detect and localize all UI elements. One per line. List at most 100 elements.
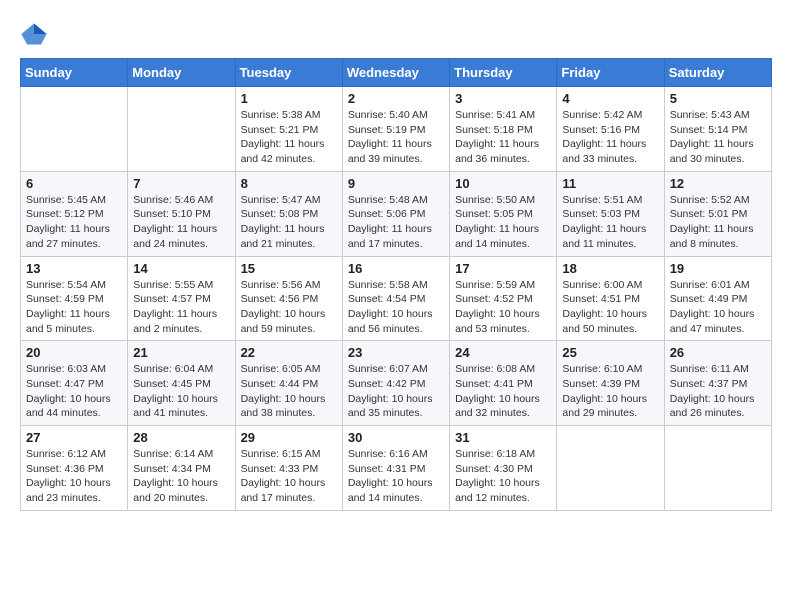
day-info: Sunrise: 5:52 AM Sunset: 5:01 PM Dayligh… <box>670 193 766 252</box>
weekday-header-friday: Friday <box>557 59 664 87</box>
day-info: Sunrise: 5:42 AM Sunset: 5:16 PM Dayligh… <box>562 108 658 167</box>
day-info: Sunrise: 6:08 AM Sunset: 4:41 PM Dayligh… <box>455 362 551 421</box>
calendar-cell <box>664 426 771 511</box>
calendar-cell: 31 Sunrise: 6:18 AM Sunset: 4:30 PM Dayli… <box>450 426 557 511</box>
day-info: Sunrise: 6:15 AM Sunset: 4:33 PM Dayligh… <box>241 447 337 506</box>
weekday-header-monday: Monday <box>128 59 235 87</box>
day-info: Sunrise: 5:40 AM Sunset: 5:19 PM Dayligh… <box>348 108 444 167</box>
logo-icon <box>20 20 48 48</box>
day-info: Sunrise: 5:46 AM Sunset: 5:10 PM Dayligh… <box>133 193 229 252</box>
day-info: Sunrise: 5:59 AM Sunset: 4:52 PM Dayligh… <box>455 278 551 337</box>
day-info: Sunrise: 6:01 AM Sunset: 4:49 PM Dayligh… <box>670 278 766 337</box>
calendar-header: SundayMondayTuesdayWednesdayThursdayFrid… <box>21 59 772 87</box>
day-number: 8 <box>241 176 337 191</box>
day-number: 17 <box>455 261 551 276</box>
calendar-cell: 4Sunrise: 5:42 AM Sunset: 5:16 PM Daylig… <box>557 87 664 172</box>
calendar-cell: 30 Sunrise: 6:16 AM Sunset: 4:31 PM Dayli… <box>342 426 449 511</box>
calendar-cell: 23 Sunrise: 6:07 AM Sunset: 4:42 PM Dayli… <box>342 341 449 426</box>
calendar-cell: 10 Sunrise: 5:50 AM Sunset: 5:05 PM Dayli… <box>450 171 557 256</box>
day-info: Sunrise: 6:00 AM Sunset: 4:51 PM Dayligh… <box>562 278 658 337</box>
day-number: 3 <box>455 91 551 106</box>
day-info: Sunrise: 6:14 AM Sunset: 4:34 PM Dayligh… <box>133 447 229 506</box>
day-number: 7 <box>133 176 229 191</box>
day-number: 11 <box>562 176 658 191</box>
day-info: Sunrise: 5:51 AM Sunset: 5:03 PM Dayligh… <box>562 193 658 252</box>
day-number: 26 <box>670 345 766 360</box>
calendar-cell: 11 Sunrise: 5:51 AM Sunset: 5:03 PM Dayli… <box>557 171 664 256</box>
day-info: Sunrise: 6:07 AM Sunset: 4:42 PM Dayligh… <box>348 362 444 421</box>
calendar-cell: 27Sunrise: 6:12 AM Sunset: 4:36 PM Dayli… <box>21 426 128 511</box>
day-info: Sunrise: 6:10 AM Sunset: 4:39 PM Dayligh… <box>562 362 658 421</box>
calendar-cell: 28 Sunrise: 6:14 AM Sunset: 4:34 PM Dayli… <box>128 426 235 511</box>
weekday-header-sunday: Sunday <box>21 59 128 87</box>
calendar-week-row: 20 Sunrise: 6:03 AM Sunset: 4:47 PM Dayli… <box>21 341 772 426</box>
calendar-cell <box>21 87 128 172</box>
day-number: 2 <box>348 91 444 106</box>
day-number: 14 <box>133 261 229 276</box>
day-number: 27 <box>26 430 122 445</box>
day-info: Sunrise: 5:45 AM Sunset: 5:12 PM Dayligh… <box>26 193 122 252</box>
day-info: Sunrise: 5:55 AM Sunset: 4:57 PM Dayligh… <box>133 278 229 337</box>
day-number: 1 <box>241 91 337 106</box>
day-info: Sunrise: 6:18 AM Sunset: 4:30 PM Dayligh… <box>455 447 551 506</box>
day-number: 21 <box>133 345 229 360</box>
calendar-cell: 7 Sunrise: 5:46 AM Sunset: 5:10 PM Daylig… <box>128 171 235 256</box>
day-number: 30 <box>348 430 444 445</box>
weekday-header-saturday: Saturday <box>664 59 771 87</box>
day-number: 22 <box>241 345 337 360</box>
calendar-cell <box>128 87 235 172</box>
weekday-header-wednesday: Wednesday <box>342 59 449 87</box>
calendar-cell: 20 Sunrise: 6:03 AM Sunset: 4:47 PM Dayli… <box>21 341 128 426</box>
day-number: 10 <box>455 176 551 191</box>
day-number: 12 <box>670 176 766 191</box>
calendar-week-row: 6Sunrise: 5:45 AM Sunset: 5:12 PM Daylig… <box>21 171 772 256</box>
calendar-body: 1 Sunrise: 5:38 AM Sunset: 5:21 PM Daylig… <box>21 87 772 511</box>
calendar-cell: 25Sunrise: 6:10 AM Sunset: 4:39 PM Dayli… <box>557 341 664 426</box>
day-number: 15 <box>241 261 337 276</box>
calendar-cell: 15 Sunrise: 5:56 AM Sunset: 4:56 PM Dayli… <box>235 256 342 341</box>
day-number: 9 <box>348 176 444 191</box>
calendar-cell: 16Sunrise: 5:58 AM Sunset: 4:54 PM Dayli… <box>342 256 449 341</box>
calendar-cell: 5 Sunrise: 5:43 AM Sunset: 5:14 PM Daylig… <box>664 87 771 172</box>
logo <box>20 20 52 48</box>
weekday-header-row: SundayMondayTuesdayWednesdayThursdayFrid… <box>21 59 772 87</box>
day-number: 5 <box>670 91 766 106</box>
day-info: Sunrise: 5:56 AM Sunset: 4:56 PM Dayligh… <box>241 278 337 337</box>
day-info: Sunrise: 6:05 AM Sunset: 4:44 PM Dayligh… <box>241 362 337 421</box>
calendar-cell: 21 Sunrise: 6:04 AM Sunset: 4:45 PM Dayli… <box>128 341 235 426</box>
calendar-cell: 18Sunrise: 6:00 AM Sunset: 4:51 PM Dayli… <box>557 256 664 341</box>
day-info: Sunrise: 5:41 AM Sunset: 5:18 PM Dayligh… <box>455 108 551 167</box>
calendar-cell: 24 Sunrise: 6:08 AM Sunset: 4:41 PM Dayli… <box>450 341 557 426</box>
day-info: Sunrise: 5:48 AM Sunset: 5:06 PM Dayligh… <box>348 193 444 252</box>
day-number: 31 <box>455 430 551 445</box>
day-number: 28 <box>133 430 229 445</box>
weekday-header-tuesday: Tuesday <box>235 59 342 87</box>
day-number: 24 <box>455 345 551 360</box>
calendar-cell: 29 Sunrise: 6:15 AM Sunset: 4:33 PM Dayli… <box>235 426 342 511</box>
day-number: 20 <box>26 345 122 360</box>
calendar-week-row: 13Sunrise: 5:54 AM Sunset: 4:59 PM Dayli… <box>21 256 772 341</box>
day-info: Sunrise: 6:03 AM Sunset: 4:47 PM Dayligh… <box>26 362 122 421</box>
day-info: Sunrise: 5:50 AM Sunset: 5:05 PM Dayligh… <box>455 193 551 252</box>
weekday-header-thursday: Thursday <box>450 59 557 87</box>
calendar-cell <box>557 426 664 511</box>
day-number: 13 <box>26 261 122 276</box>
day-info: Sunrise: 5:43 AM Sunset: 5:14 PM Dayligh… <box>670 108 766 167</box>
calendar-cell: 17 Sunrise: 5:59 AM Sunset: 4:52 PM Dayli… <box>450 256 557 341</box>
calendar-table: SundayMondayTuesdayWednesdayThursdayFrid… <box>20 58 772 511</box>
page-header <box>20 20 772 48</box>
calendar-cell: 14 Sunrise: 5:55 AM Sunset: 4:57 PM Dayli… <box>128 256 235 341</box>
calendar-cell: 6Sunrise: 5:45 AM Sunset: 5:12 PM Daylig… <box>21 171 128 256</box>
day-number: 23 <box>348 345 444 360</box>
calendar-week-row: 1 Sunrise: 5:38 AM Sunset: 5:21 PM Daylig… <box>21 87 772 172</box>
calendar-week-row: 27Sunrise: 6:12 AM Sunset: 4:36 PM Dayli… <box>21 426 772 511</box>
day-info: Sunrise: 6:16 AM Sunset: 4:31 PM Dayligh… <box>348 447 444 506</box>
calendar-cell: 9 Sunrise: 5:48 AM Sunset: 5:06 PM Daylig… <box>342 171 449 256</box>
day-number: 29 <box>241 430 337 445</box>
day-info: Sunrise: 5:38 AM Sunset: 5:21 PM Dayligh… <box>241 108 337 167</box>
day-info: Sunrise: 5:58 AM Sunset: 4:54 PM Dayligh… <box>348 278 444 337</box>
calendar-cell: 12 Sunrise: 5:52 AM Sunset: 5:01 PM Dayli… <box>664 171 771 256</box>
calendar-cell: 3 Sunrise: 5:41 AM Sunset: 5:18 PM Daylig… <box>450 87 557 172</box>
calendar-cell: 8Sunrise: 5:47 AM Sunset: 5:08 PM Daylig… <box>235 171 342 256</box>
day-info: Sunrise: 6:04 AM Sunset: 4:45 PM Dayligh… <box>133 362 229 421</box>
